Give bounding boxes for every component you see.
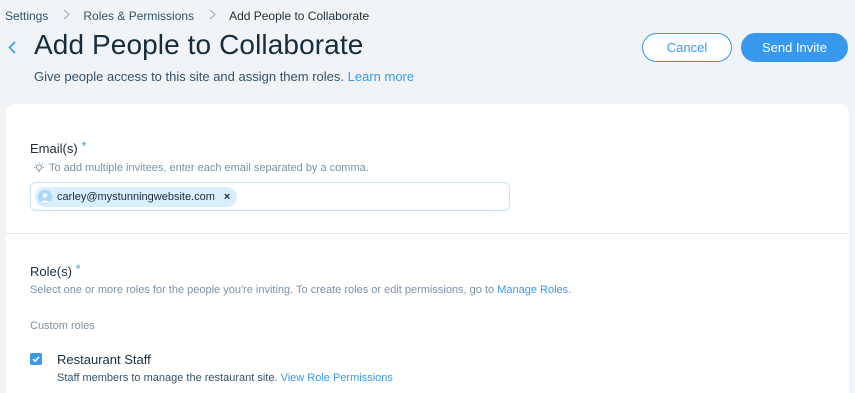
required-mark: * <box>75 262 81 276</box>
chevron-right-icon <box>63 9 71 23</box>
email-tag: carley@mystunningwebsite.com × <box>35 186 238 207</box>
email-hint: To add multiple invitees, enter each ema… <box>32 161 369 175</box>
lightbulb-icon <box>32 161 46 175</box>
roles-label-text: Role(s) <box>30 264 72 279</box>
close-icon[interactable]: × <box>224 191 230 203</box>
learn-more-link[interactable]: Learn more <box>348 69 414 84</box>
email-tag-text: carley@mystunningwebsite.com <box>57 190 215 203</box>
custom-roles-heading: Custom roles <box>30 320 95 332</box>
checkmark-icon <box>32 356 40 363</box>
roles-label: Role(s) * <box>30 262 81 279</box>
email-input[interactable]: carley@mystunningwebsite.com × <box>30 182 510 211</box>
role-checkbox[interactable] <box>30 353 42 365</box>
email-label-text: Email(s) <box>30 141 78 156</box>
breadcrumb-current: Add People to Collaborate <box>229 9 370 23</box>
subtitle-text: Give people access to this site and assi… <box>34 69 344 84</box>
breadcrumb-roles-permissions[interactable]: Roles & Permissions <box>83 9 194 23</box>
page-subtitle: Give people access to this site and assi… <box>34 69 414 84</box>
chevron-right-icon <box>209 9 216 23</box>
role-description: Staff members to manage the restaurant s… <box>57 372 393 384</box>
manage-roles-link[interactable]: Manage Roles <box>497 284 568 296</box>
chevron-left-icon[interactable] <box>5 36 19 58</box>
roles-description-end: . <box>568 284 572 296</box>
section-divider <box>6 233 849 234</box>
cancel-button[interactable]: Cancel <box>642 33 732 62</box>
roles-description-text: Select one or more roles for the people … <box>30 284 495 296</box>
role-description-text: Staff members to manage the restaurant s… <box>57 372 278 384</box>
required-mark: * <box>81 139 87 153</box>
send-invite-button[interactable]: Send Invite <box>741 33 848 62</box>
page-title: Add People to Collaborate <box>34 29 364 60</box>
email-label: Email(s) * <box>30 139 87 156</box>
invite-form-card <box>6 104 849 393</box>
email-hint-text: To add multiple invitees, enter each ema… <box>49 162 369 174</box>
view-role-permissions-link[interactable]: View Role Permissions <box>281 372 393 384</box>
breadcrumb-settings[interactable]: Settings <box>5 9 48 23</box>
roles-description: Select one or more roles for the people … <box>30 284 571 296</box>
user-avatar-icon <box>38 189 52 204</box>
role-name: Restaurant Staff <box>57 352 151 367</box>
breadcrumb: Settings Roles & Permissions Add People … <box>5 9 369 23</box>
